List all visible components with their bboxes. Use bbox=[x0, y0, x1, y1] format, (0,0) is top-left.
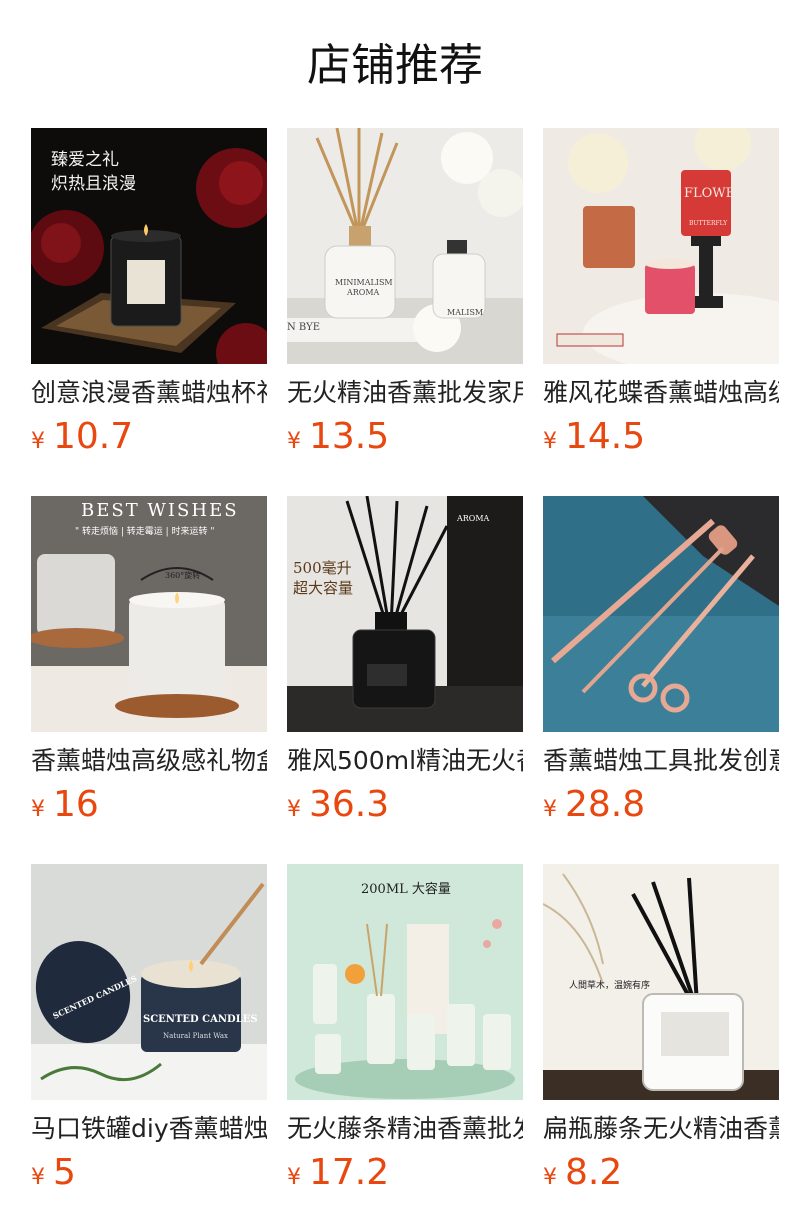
product-image-6[interactable] bbox=[543, 496, 779, 732]
overlay-text: 200ML 大容量 bbox=[361, 882, 451, 897]
currency-symbol: ¥ bbox=[31, 429, 45, 454]
currency-symbol: ¥ bbox=[287, 1165, 301, 1190]
product-image-9[interactable]: 人間草木，温婉有序 bbox=[543, 864, 779, 1100]
currency-symbol: ¥ bbox=[287, 429, 301, 454]
currency-symbol: ¥ bbox=[31, 797, 45, 822]
overlay-text: 超大容量 bbox=[293, 579, 354, 597]
overlay-text: N BYE bbox=[287, 322, 321, 333]
flower-candle-photo bbox=[543, 128, 779, 364]
price-value: 13.5 bbox=[309, 416, 390, 457]
overlay-text: BUTTERFLY bbox=[689, 220, 728, 227]
candle-tools-photo bbox=[543, 496, 779, 732]
product-name[interactable]: 无火精油香薰批发家用 bbox=[287, 376, 523, 410]
product-name[interactable]: 香薰蜡烛工具批发创意 bbox=[543, 744, 779, 778]
price-value: 36.3 bbox=[309, 784, 390, 825]
product-card-1[interactable]: 臻爱之礼 炽热且浪漫 创意浪漫香薰蜡烛杯礼盒 ¥10.7 bbox=[31, 128, 267, 496]
price-value: 5 bbox=[53, 1152, 76, 1193]
price-value: 17.2 bbox=[309, 1152, 390, 1193]
product-card-8[interactable]: 200ML 大容量 无火藤条精油香薰批发 ¥17.2 bbox=[287, 864, 523, 1232]
currency-symbol: ¥ bbox=[31, 1165, 45, 1190]
overlay-text: " 转走烦恼 | 转走霉运 | 时来运转 " bbox=[75, 527, 215, 537]
currency-symbol: ¥ bbox=[543, 797, 557, 822]
product-price: ¥8.2 bbox=[543, 1152, 622, 1194]
product-image-8[interactable]: 200ML 大容量 bbox=[287, 864, 523, 1100]
product-image-5[interactable]: 500毫升 超大容量 AROMA bbox=[287, 496, 523, 732]
price-value: 8.2 bbox=[565, 1152, 623, 1193]
overlay-text: Natural Plant Wax bbox=[163, 1032, 228, 1040]
product-card-7[interactable]: SCENTED CANDLES Natural Plant Wax SCENTE… bbox=[31, 864, 267, 1232]
product-name[interactable]: 雅风500ml精油无火香薰 bbox=[287, 744, 523, 778]
overlay-text: 500毫升 bbox=[293, 559, 352, 577]
product-image-2[interactable]: MINIMALISM AROMA MALISM N BYE bbox=[287, 128, 523, 364]
product-card-5[interactable]: 500毫升 超大容量 AROMA 雅风500ml精油无火香薰 ¥36.3 bbox=[287, 496, 523, 864]
overlay-text: AROMA bbox=[347, 288, 380, 297]
overlay-text: FLOWE bbox=[684, 186, 736, 201]
product-name[interactable]: 香薰蜡烛高级感礼物盒 bbox=[31, 744, 267, 778]
overlay-text: MINIMALISM bbox=[335, 278, 393, 287]
product-card-4[interactable]: BEST WISHES " 转走烦恼 | 转走霉运 | 时来运转 " 360°旋… bbox=[31, 496, 267, 864]
product-name[interactable]: 无火藤条精油香薰批发 bbox=[287, 1112, 523, 1146]
product-card-9[interactable]: 人間草木，温婉有序 扁瓶藤条无火精油香薰 ¥8.2 bbox=[543, 864, 779, 1232]
product-image-4[interactable]: BEST WISHES " 转走烦恼 | 转走霉运 | 时来运转 " 360°旋… bbox=[31, 496, 267, 732]
product-card-6[interactable]: 香薰蜡烛工具批发创意 ¥28.8 bbox=[543, 496, 779, 864]
currency-symbol: ¥ bbox=[287, 797, 301, 822]
overlay-text: BEST WISHES bbox=[81, 500, 239, 521]
product-price: ¥17.2 bbox=[287, 1152, 389, 1194]
reed-diffuser-photo bbox=[287, 128, 523, 364]
product-price: ¥5 bbox=[31, 1152, 76, 1194]
product-image-7[interactable]: SCENTED CANDLES Natural Plant Wax SCENTE… bbox=[31, 864, 267, 1100]
overlay-text: 臻爱之礼 bbox=[51, 150, 119, 170]
page-title: 店铺推荐 bbox=[307, 40, 483, 91]
price-value: 14.5 bbox=[565, 416, 646, 457]
overlay-text: MALISM bbox=[447, 308, 484, 317]
product-card-3[interactable]: FLOWE BUTTERFLY 雅风花蝶香薰蜡烛高级感 ¥14.5 bbox=[543, 128, 779, 496]
product-name[interactable]: 创意浪漫香薰蜡烛杯礼盒 bbox=[31, 376, 267, 410]
overlay-text: 人間草木，温婉有序 bbox=[569, 981, 651, 991]
overlay-text: 360°旋转 bbox=[165, 571, 201, 580]
price-value: 10.7 bbox=[53, 416, 134, 457]
product-price: ¥10.7 bbox=[31, 416, 133, 458]
currency-symbol: ¥ bbox=[543, 429, 557, 454]
product-price: ¥36.3 bbox=[287, 784, 389, 826]
product-name[interactable]: 马口铁罐diy香薰蜡烛 bbox=[31, 1112, 267, 1146]
overlay-text: 炽热且浪漫 bbox=[51, 174, 136, 194]
product-price: ¥13.5 bbox=[287, 416, 389, 458]
tin-candle-photo bbox=[31, 864, 267, 1100]
overlay-text: SCENTED CANDLES bbox=[143, 1014, 258, 1025]
currency-symbol: ¥ bbox=[543, 1165, 557, 1190]
product-price: ¥28.8 bbox=[543, 784, 645, 826]
product-price: ¥14.5 bbox=[543, 416, 645, 458]
product-name[interactable]: 雅风花蝶香薰蜡烛高级感 bbox=[543, 376, 779, 410]
product-price: ¥16 bbox=[31, 784, 99, 826]
product-image-1[interactable]: 臻爱之礼 炽热且浪漫 bbox=[31, 128, 267, 364]
product-name[interactable]: 扁瓶藤条无火精油香薰 bbox=[543, 1112, 779, 1146]
product-card-2[interactable]: MINIMALISM AROMA MALISM N BYE 无火精油香薰批发家用… bbox=[287, 128, 523, 496]
price-value: 16 bbox=[53, 784, 99, 825]
product-image-3[interactable]: FLOWE BUTTERFLY bbox=[543, 128, 779, 364]
overlay-text: AROMA bbox=[457, 514, 490, 523]
reed-bottles-photo bbox=[287, 864, 523, 1100]
black-diffuser-photo bbox=[287, 496, 523, 732]
product-grid: 臻爱之礼 炽热且浪漫 创意浪漫香薰蜡烛杯礼盒 ¥10.7 bbox=[31, 128, 779, 1232]
price-value: 28.8 bbox=[565, 784, 646, 825]
